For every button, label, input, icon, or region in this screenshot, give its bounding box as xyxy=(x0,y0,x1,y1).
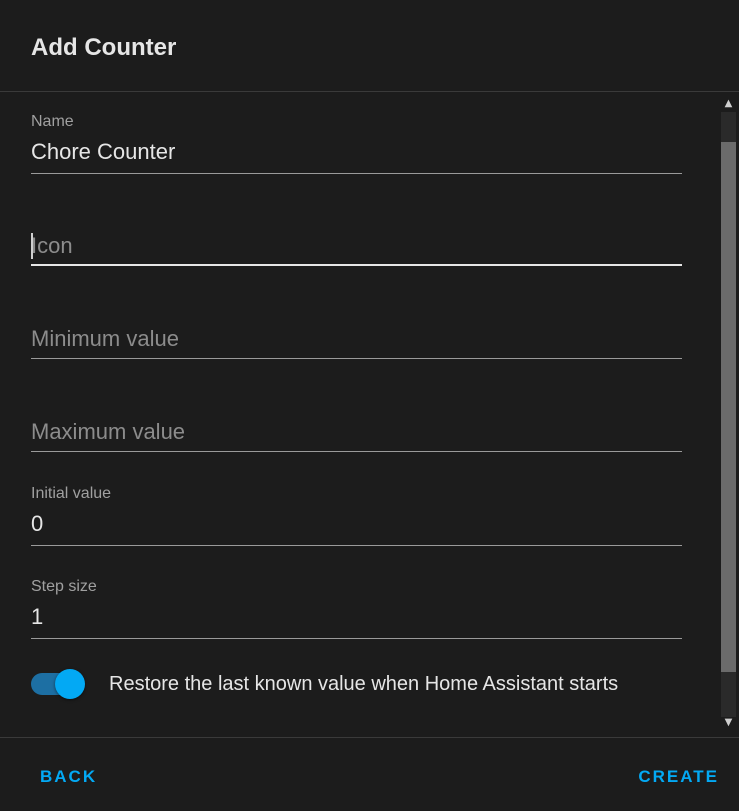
content-scrollbar[interactable]: ▲ ▼ xyxy=(718,92,739,737)
name-underline xyxy=(31,173,682,174)
step-size-label: Step size xyxy=(31,578,97,595)
scrollbar-thumb[interactable] xyxy=(721,142,736,672)
maximum-value-field[interactable]: Maximum value xyxy=(31,390,682,480)
restore-toggle-row[interactable]: Restore the last known value when Home A… xyxy=(31,668,691,700)
step-size-underline xyxy=(31,638,682,639)
restore-toggle-switch[interactable] xyxy=(55,669,85,699)
scroll-down-arrow-icon[interactable]: ▼ xyxy=(718,713,739,733)
scroll-up-arrow-icon[interactable]: ▲ xyxy=(718,94,739,114)
minimum-value-field[interactable]: Minimum value xyxy=(31,297,682,387)
dialog-content: Name Chore Counter Icon Minimum value Ma… xyxy=(0,92,718,737)
initial-value-underline xyxy=(31,545,682,546)
back-button[interactable]: BACK xyxy=(40,766,97,788)
initial-value-field[interactable]: Initial value 0 xyxy=(31,484,682,574)
icon-underline xyxy=(31,264,682,266)
name-field[interactable]: Name Chore Counter xyxy=(31,112,682,202)
minimum-value-underline xyxy=(31,358,682,359)
maximum-value-underline xyxy=(31,451,682,452)
dialog-title: Add Counter xyxy=(31,34,177,61)
create-button[interactable]: CREATE xyxy=(638,766,719,788)
icon-field[interactable]: Icon xyxy=(31,202,682,292)
name-label: Name xyxy=(31,113,74,130)
dialog-footer: BACK CREATE xyxy=(0,737,739,811)
add-counter-dialog: Add Counter Name Chore Counter Icon Mini… xyxy=(0,0,739,811)
step-size-input[interactable]: 1 xyxy=(31,604,43,630)
step-size-field[interactable]: Step size 1 xyxy=(31,577,682,667)
name-input[interactable]: Chore Counter xyxy=(31,139,175,165)
minimum-value-input[interactable]: Minimum value xyxy=(31,326,179,352)
maximum-value-input[interactable]: Maximum value xyxy=(31,419,185,445)
initial-value-label: Initial value xyxy=(31,485,112,502)
dialog-header: Add Counter xyxy=(0,0,739,92)
icon-input[interactable]: Icon xyxy=(31,233,73,259)
initial-value-input[interactable]: 0 xyxy=(31,511,43,537)
restore-toggle-label: Restore the last known value when Home A… xyxy=(109,673,619,695)
